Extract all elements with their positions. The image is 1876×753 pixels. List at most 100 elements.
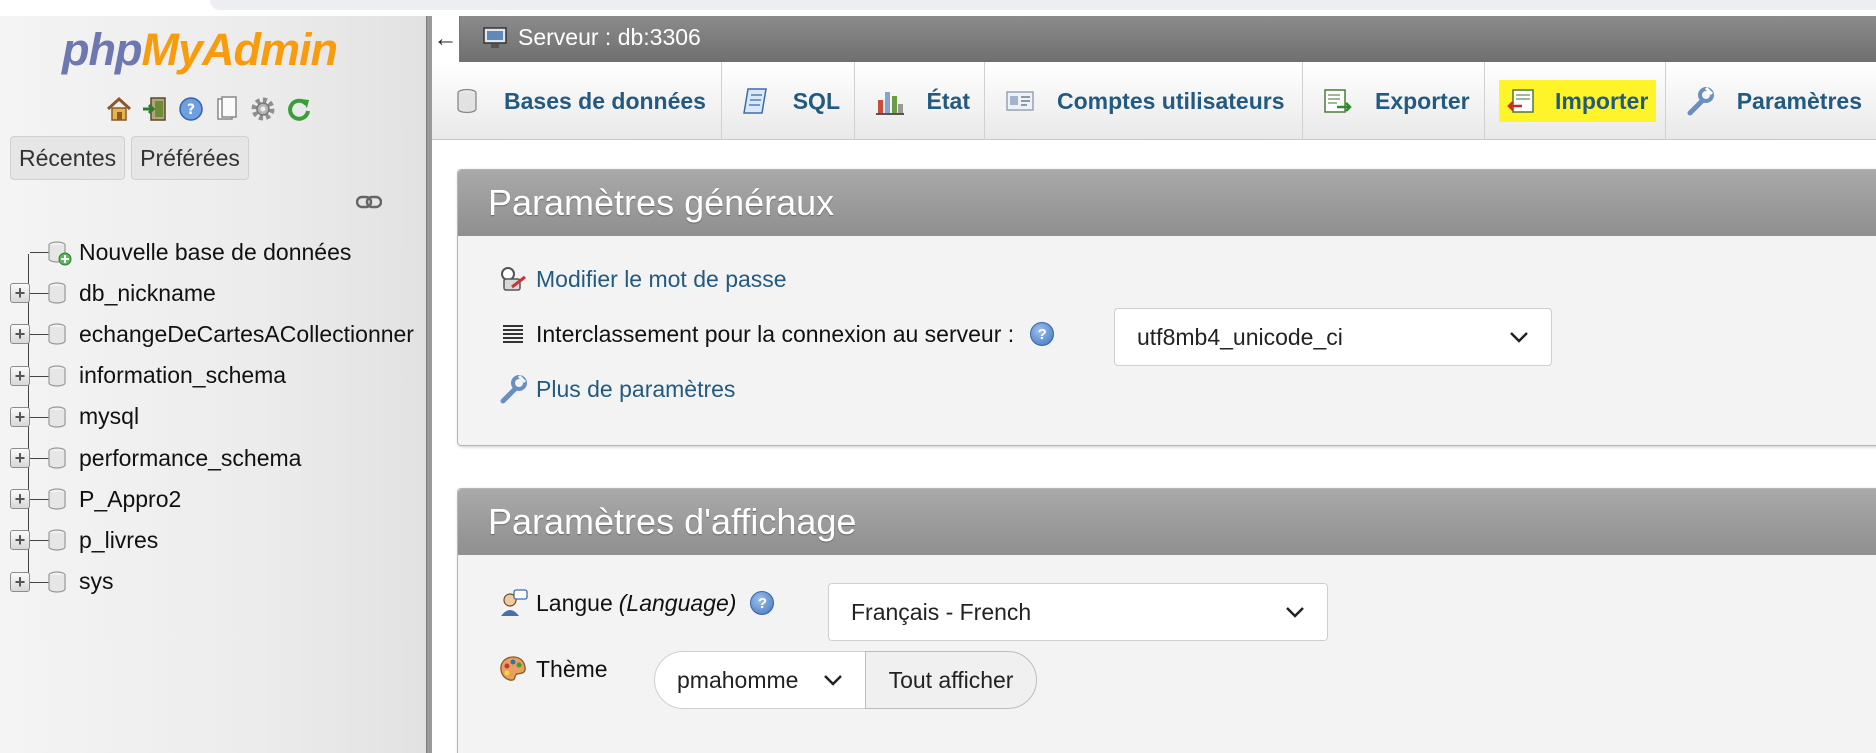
sidebar-tabs: Récentes Préférées <box>10 136 249 180</box>
language-icon <box>498 588 528 618</box>
show-all-themes-button[interactable]: Tout afficher <box>865 651 1037 709</box>
database-name: performance_schema <box>79 444 302 471</box>
database-icon <box>48 529 66 551</box>
expand-plus-icon[interactable]: + <box>10 530 30 551</box>
language-row: Langue (Language) ? <box>498 588 775 618</box>
database-item[interactable]: + mysql <box>8 397 428 437</box>
theme-row: Thème <box>498 654 608 684</box>
language-hint: (Language) <box>618 589 737 616</box>
expand-plus-icon[interactable]: + <box>10 406 30 427</box>
database-icon <box>48 323 66 345</box>
theme-select[interactable]: pmahomme <box>654 651 866 709</box>
collation-row: Interclassement pour la connexion au ser… <box>498 319 1055 349</box>
export-icon <box>1321 84 1355 118</box>
users-icon <box>1003 84 1037 118</box>
more-settings-row[interactable]: Plus de paramètres <box>498 374 735 404</box>
exit-icon[interactable] <box>140 94 170 124</box>
key-icon <box>498 264 528 294</box>
database-item[interactable]: + p_livres <box>8 520 428 560</box>
database-item[interactable]: + P_Appro2 <box>8 479 428 519</box>
database-icon <box>48 282 66 304</box>
main-panel: ← Serveur : db:3306 Bases de données SQL… <box>432 16 1876 753</box>
database-icon <box>450 84 484 118</box>
reload-icon[interactable] <box>284 94 314 124</box>
collation-help-icon[interactable]: ? <box>1030 322 1055 346</box>
more-settings-link[interactable]: Plus de paramètres <box>536 376 735 403</box>
palette-icon <box>498 654 528 684</box>
database-item[interactable]: + db_nickname <box>8 273 428 313</box>
database-icon <box>48 488 66 510</box>
import-icon <box>1505 84 1539 118</box>
settings-gear-icon[interactable] <box>248 94 278 124</box>
sidebar-icon-row: ? <box>104 94 314 124</box>
database-icon <box>48 447 66 469</box>
tab-settings-label: Paramètres <box>1736 87 1862 114</box>
help-icon[interactable]: ? <box>176 94 206 124</box>
chevron-down-icon <box>1286 607 1304 618</box>
database-item[interactable]: + echangeDeCartesACollectionner <box>8 314 428 354</box>
display-settings-title: Paramètres d'affichage <box>458 489 1876 555</box>
recent-tables-button[interactable]: Récentes <box>10 136 126 180</box>
database-item[interactable]: + information_schema <box>8 356 428 396</box>
home-icon[interactable] <box>104 94 134 124</box>
display-settings-panel: Paramètres d'affichage Langue (Language)… <box>457 488 1876 753</box>
server-breadcrumb[interactable]: Serveur : db:3306 <box>482 24 701 51</box>
collation-label: Interclassement pour la connexion au ser… <box>536 320 1015 347</box>
chevron-down-icon <box>824 675 842 686</box>
import-highlight: Importer <box>1499 80 1657 122</box>
wrench-icon <box>498 374 528 404</box>
collapse-navigation-button[interactable]: ← <box>432 16 460 62</box>
database-icon <box>48 364 66 387</box>
tab-export-label: Exporter <box>1375 87 1470 114</box>
tab-user-accounts[interactable]: Comptes utilisateurs <box>985 62 1303 140</box>
language-value: Français - French <box>851 598 1032 625</box>
tab-databases[interactable]: Bases de données <box>432 62 722 140</box>
tab-status-label: État <box>926 87 970 114</box>
tab-export[interactable]: Exporter <box>1303 62 1485 140</box>
address-bar-edge <box>210 0 1876 10</box>
database-name: db_nickname <box>79 279 216 306</box>
database-item[interactable]: + sys <box>8 562 428 602</box>
server-label: Serveur : db:3306 <box>518 24 701 50</box>
general-settings-title: Paramètres généraux <box>458 170 1876 236</box>
sql-icon <box>740 84 773 118</box>
expand-plus-icon[interactable]: + <box>10 489 30 510</box>
database-item[interactable]: + performance_schema <box>8 438 428 478</box>
server-icon <box>483 26 507 48</box>
tab-settings[interactable]: Paramètres <box>1666 62 1876 140</box>
collation-value: utf8mb4_unicode_ci <box>1137 323 1343 350</box>
change-password-row[interactable]: Modifier le mot de passe <box>498 264 787 294</box>
expand-plus-icon[interactable]: + <box>10 324 30 345</box>
language-help-icon[interactable]: ? <box>750 591 775 615</box>
collation-select[interactable]: utf8mb4_unicode_ci <box>1114 308 1552 366</box>
logo-php-text: php <box>62 24 142 75</box>
browser-chrome-strip <box>0 0 1876 16</box>
database-icon <box>48 570 66 593</box>
expand-plus-icon[interactable]: + <box>10 365 30 386</box>
database-name: echangeDeCartesACollectionner <box>79 320 414 347</box>
new-database-item[interactable]: Nouvelle base de données <box>8 232 428 272</box>
tab-import-label: Importer <box>1555 87 1649 114</box>
expand-plus-icon[interactable]: + <box>10 571 30 592</box>
database-icon <box>48 406 66 428</box>
phpmyadmin-logo[interactable]: phpMyAdmin <box>62 24 338 76</box>
database-name: information_schema <box>79 362 287 389</box>
favorite-tables-button[interactable]: Préférées <box>131 136 249 180</box>
tab-status[interactable]: État <box>855 62 985 140</box>
expand-plus-icon[interactable]: + <box>10 448 30 468</box>
new-database-icon <box>48 241 72 266</box>
tab-sql[interactable]: SQL <box>722 62 855 140</box>
server-menu: Bases de données SQL État Comptes utilis… <box>432 62 1876 140</box>
expand-plus-icon[interactable]: + <box>10 283 30 304</box>
list-icon <box>498 319 528 349</box>
tab-import[interactable]: Importer <box>1485 62 1666 140</box>
database-name: mysql <box>79 403 140 430</box>
link-with-main-panel-icon[interactable] <box>356 194 382 210</box>
database-name: sys <box>79 568 114 595</box>
database-name: P_Appro2 <box>79 485 182 512</box>
change-password-link[interactable]: Modifier le mot de passe <box>536 266 787 293</box>
docs-icon[interactable] <box>212 94 242 124</box>
general-settings-panel: Paramètres généraux Modifier le mot de p… <box>457 169 1876 446</box>
logo-myadmin-text: MyAdmin <box>141 24 337 75</box>
language-select[interactable]: Français - French <box>828 583 1328 641</box>
